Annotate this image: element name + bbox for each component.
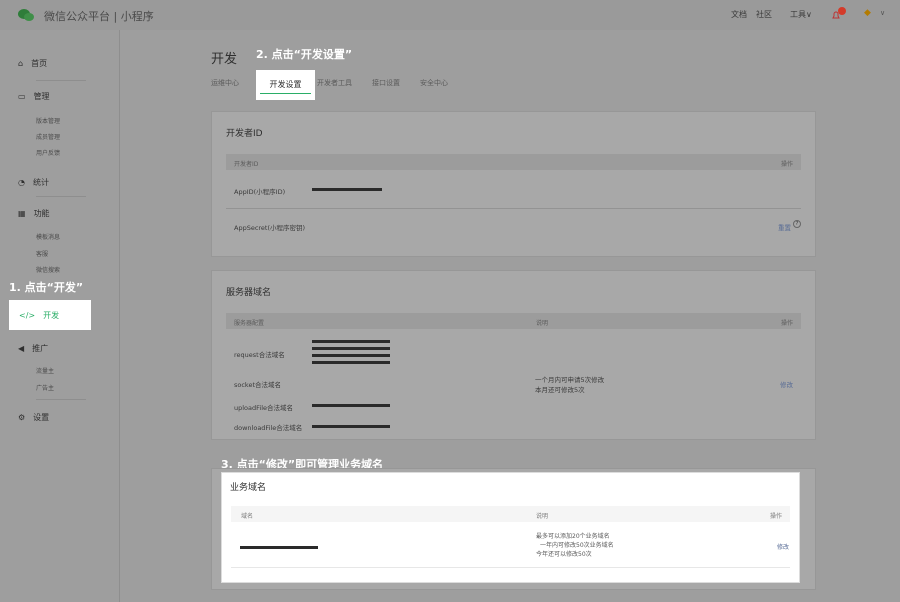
wechat-logo-icon <box>18 9 34 21</box>
sidebar-sub-search[interactable]: 微信搜索 <box>36 265 60 274</box>
sidebar-item-features[interactable]: ▦ 功能 <box>18 208 50 219</box>
socket-domain-label: socket合法域名 <box>234 381 282 389</box>
sidebar-sub-traffic[interactable]: 流量主 <box>36 366 54 375</box>
sidebar-item-stats[interactable]: ◔ 统计 <box>18 177 49 188</box>
download-domain-label: downloadFile合法域名 <box>234 424 303 432</box>
business-note: 最多可以添加20个业务域名 <box>536 533 610 540</box>
masked-value <box>312 340 390 343</box>
card-title: 服务器域名 <box>226 288 272 298</box>
table-header: 开发者ID 操作 <box>226 154 801 170</box>
domain-note: 本月还可修改5次 <box>535 386 585 394</box>
row-divider <box>231 567 790 568</box>
masked-domain <box>240 546 318 549</box>
masked-value <box>312 188 382 191</box>
tools-menu[interactable]: 工具∨ <box>790 9 812 20</box>
docs-link[interactable]: 文档 <box>731 9 747 20</box>
community-link[interactable]: 社区 <box>756 9 772 20</box>
sidebar-item-settings[interactable]: ⚙ 设置 <box>18 412 49 423</box>
avatar-icon[interactable]: ◆ <box>864 8 871 18</box>
business-note: 今年还可以修改50次 <box>536 551 592 558</box>
row-divider <box>226 208 801 209</box>
reset-link[interactable]: 重置 <box>778 222 791 232</box>
card-title: 开发者ID <box>226 129 263 139</box>
sidebar-sub-advertiser[interactable]: 广告主 <box>36 383 54 392</box>
chart-icon: ◔ <box>18 178 25 187</box>
masked-value <box>312 425 390 428</box>
tab-security[interactable]: 安全中心 <box>410 78 458 94</box>
server-domain-card: 服务器域名 服务器配置 说明 操作 request合法域名 socket合法域名… <box>211 270 816 440</box>
tab-devtools[interactable]: 开发者工具 <box>307 78 362 94</box>
upload-domain-label: uploadFile合法域名 <box>234 404 294 412</box>
sidebar-sub-feedback[interactable]: 用户反馈 <box>36 148 60 157</box>
business-domain-card: 业务域名 域名 说明 操作 最多可以添加20个业务域名 一年内可修改50次业务域… <box>221 472 800 583</box>
masked-value <box>312 354 390 357</box>
business-note: 一年内可修改50次业务域名 <box>540 542 614 549</box>
appsecret-label: AppSecret(小程序密钥) <box>234 224 306 232</box>
help-icon[interactable]: ? <box>793 220 801 228</box>
tab-dev-settings[interactable]: 开发设置 <box>256 70 315 100</box>
sidebar-sub-template[interactable]: 模板消息 <box>36 232 60 241</box>
code-icon: </> <box>19 310 36 320</box>
domain-note: 一个月内可申请5次修改 <box>535 376 605 384</box>
sidebar-sub-version[interactable]: 版本管理 <box>36 116 60 125</box>
sidebar-sub-members[interactable]: 成员管理 <box>36 132 60 141</box>
modify-business-link[interactable]: 修改 <box>777 543 789 552</box>
tab-ops[interactable]: 运维中心 <box>211 78 249 94</box>
appid-label: AppID(小程序ID) <box>234 188 286 196</box>
masked-value <box>312 361 390 364</box>
sidebar-item-dev[interactable]: </> 开发 <box>9 300 91 330</box>
sidebar-item-promo[interactable]: ◀ 推广 <box>18 343 48 354</box>
tab-bar: 运维中心 开发者工具 接口设置 安全中心 <box>211 78 458 94</box>
table-header: 服务器配置 说明 操作 <box>226 313 801 329</box>
sidebar-divider <box>36 80 86 81</box>
monitor-icon: ▭ <box>18 92 26 101</box>
modify-server-link[interactable]: 修改 <box>780 379 793 389</box>
developer-id-card: 开发者ID 开发者ID 操作 AppID(小程序ID) AppSecret(小程… <box>211 111 816 257</box>
sidebar-item-manage[interactable]: ▭ 管理 <box>18 91 50 102</box>
brand-title: 微信公众平台 | 小程序 <box>44 10 154 23</box>
card-title: 业务域名 <box>230 483 267 493</box>
step2-callout: 2. 点击“开发设置” <box>256 48 353 61</box>
sidebar-divider <box>36 196 86 197</box>
chevron-down-icon[interactable]: ∨ <box>880 9 885 17</box>
step1-callout: 1. 点击“开发” <box>9 281 84 294</box>
masked-value <box>312 404 390 407</box>
grid-icon: ▦ <box>18 209 26 218</box>
masked-value <box>312 347 390 350</box>
table-header: 域名 说明 操作 <box>231 506 790 522</box>
sidebar-sub-service[interactable]: 客服 <box>36 249 48 258</box>
sidebar-divider <box>36 399 86 400</box>
gear-icon: ⚙ <box>18 413 26 422</box>
page-title: 开发 <box>211 52 238 67</box>
home-icon: ⌂ <box>18 59 24 68</box>
megaphone-icon: ◀ <box>18 344 25 353</box>
sidebar-item-home[interactable]: ⌂ 首页 <box>18 58 47 69</box>
request-domain-label: request合法域名 <box>234 351 285 359</box>
top-bar: 微信公众平台 | 小程序 文档 社区 工具∨ ◆ ∨ <box>0 0 900 30</box>
notification-badge <box>838 7 846 15</box>
tab-api[interactable]: 接口设置 <box>362 78 410 94</box>
